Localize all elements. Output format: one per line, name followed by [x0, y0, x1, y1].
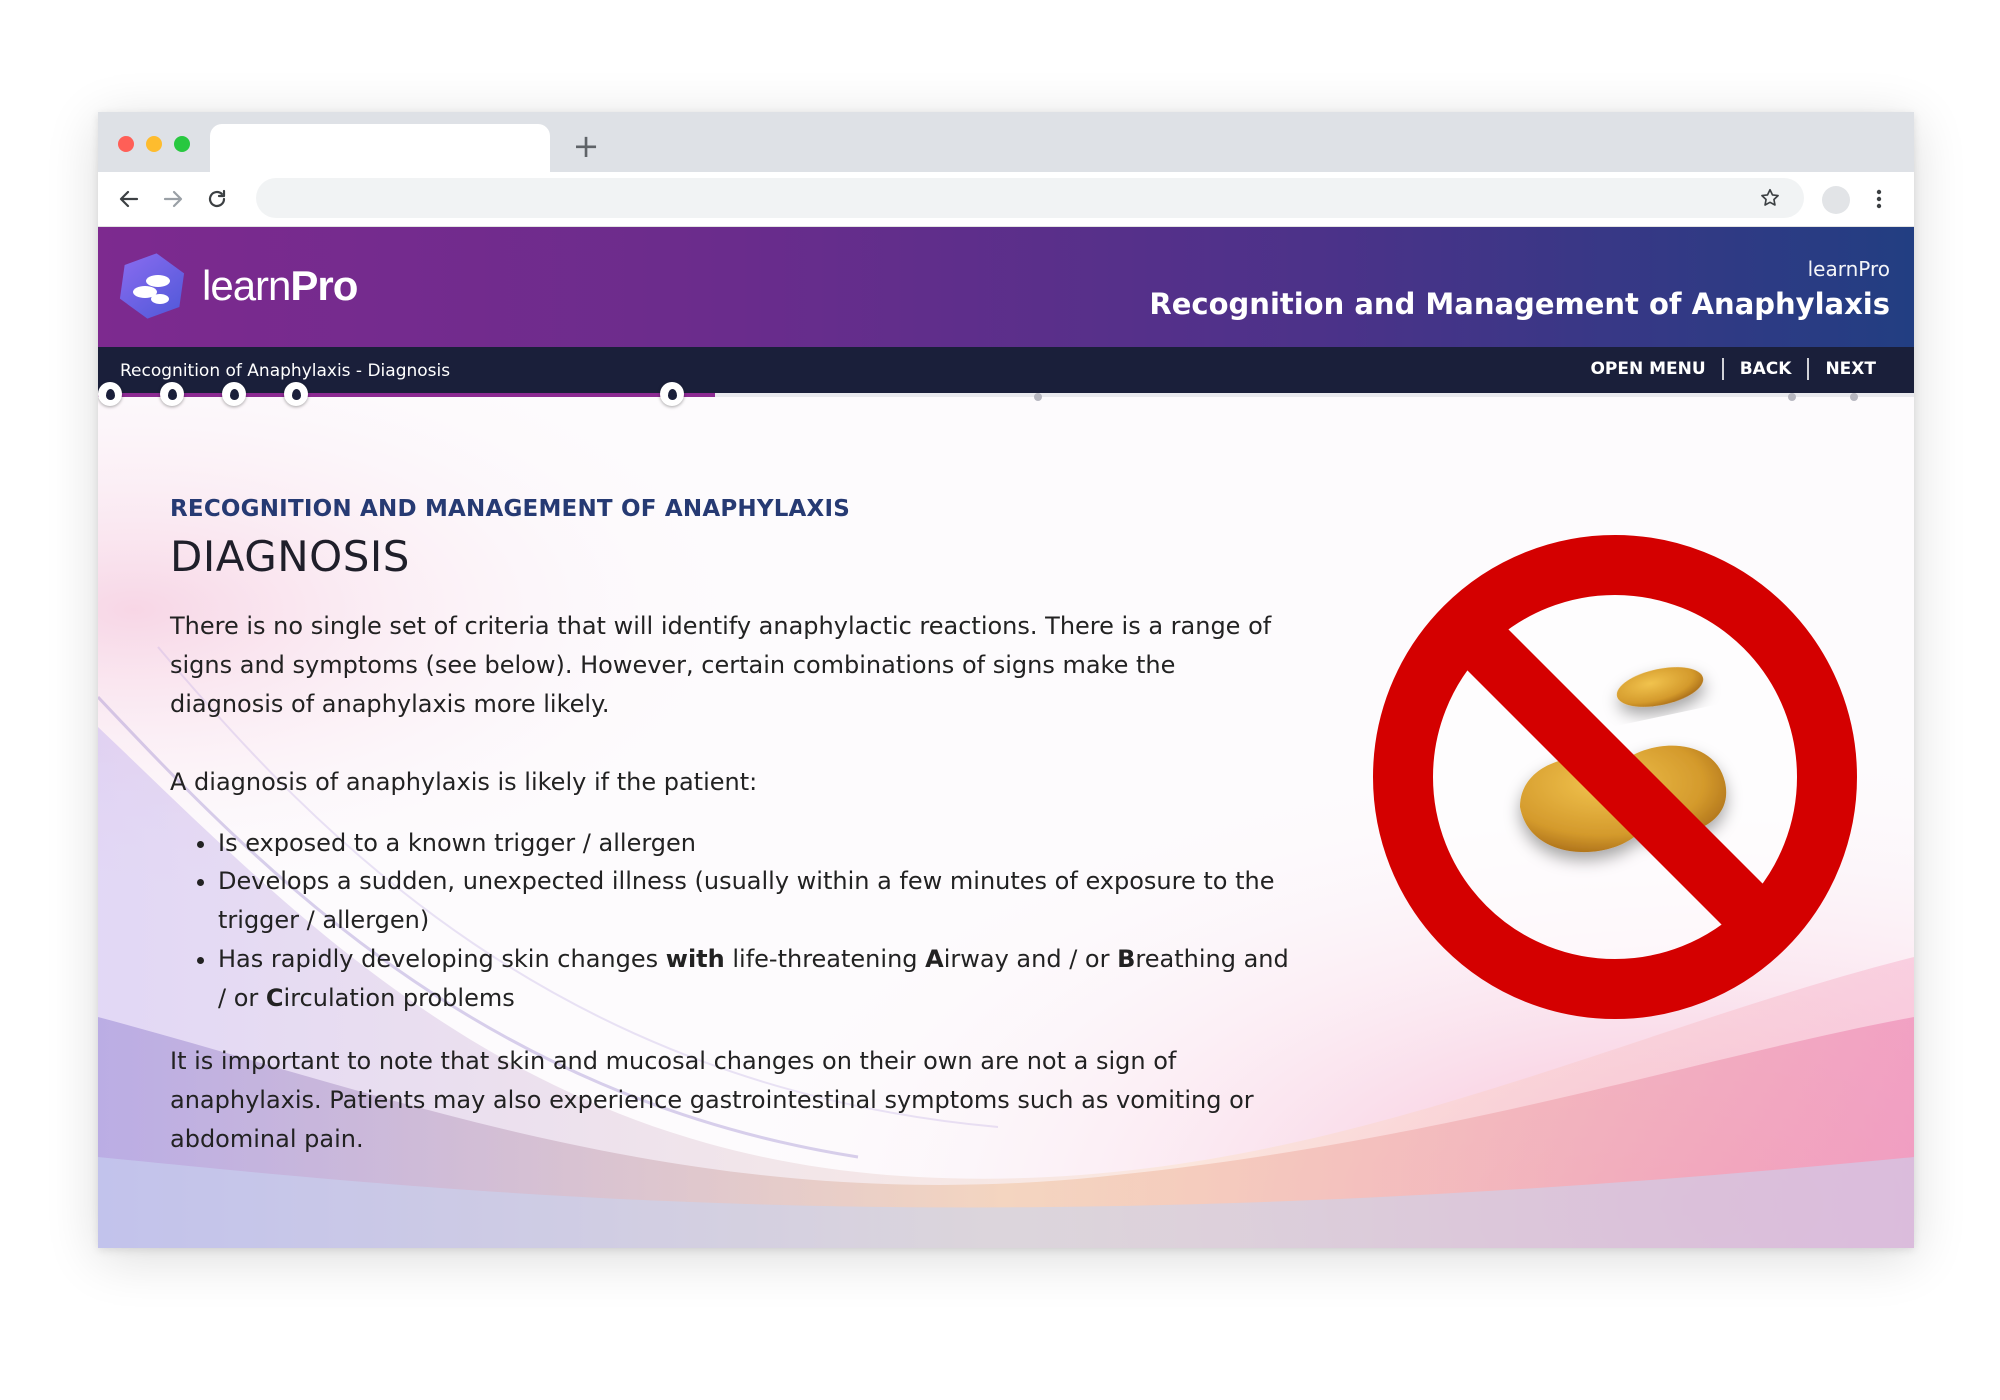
course-navbar: Recognition of Anaphylaxis - Diagnosis O… — [98, 347, 1914, 393]
content-area: RECOGNITION AND MANAGEMENT OF ANAPHYLAXI… — [98, 397, 1914, 1248]
lesson-text: RECOGNITION AND MANAGEMENT OF ANAPHYLAXI… — [170, 496, 1290, 1159]
list-item: Has rapidly developing skin changes with… — [218, 940, 1290, 1018]
closing-paragraph: It is important to note that skin and mu… — [170, 1046, 1254, 1153]
new-tab-button[interactable]: + — [568, 128, 604, 164]
kebab-menu-icon[interactable] — [1864, 180, 1894, 218]
close-window-button[interactable] — [118, 136, 134, 152]
progress-tick[interactable] — [1850, 393, 1858, 401]
list-item: Is exposed to a known trigger / allergen — [218, 824, 1290, 863]
progress-marker[interactable] — [284, 382, 308, 406]
page-title: DIAGNOSIS — [170, 532, 410, 581]
criteria-list: Is exposed to a known trigger / allergen… — [170, 824, 1290, 1018]
intro-paragraph: There is no single set of criteria that … — [170, 612, 1272, 718]
browser-window: + learnPro learnPro Recognition and Mana… — [98, 112, 1914, 1248]
browser-toolbar — [98, 172, 1914, 227]
brand-label: learnPro — [1807, 257, 1890, 281]
logo-text: learnPro — [202, 262, 358, 309]
next-button[interactable]: NEXT — [1809, 359, 1892, 379]
list-item: Develops a sudden, unexpected illness (u… — [218, 862, 1290, 940]
progress-tick[interactable] — [1034, 393, 1042, 401]
diagnosis-lead: A diagnosis of anaphylaxis is likely if … — [170, 767, 758, 796]
nav-divider — [1721, 358, 1724, 380]
nav-links: OPEN MENU BACK NEXT — [1574, 358, 1892, 380]
arrow-left-icon[interactable] — [110, 180, 148, 218]
open-menu-button[interactable]: OPEN MENU — [1574, 359, 1721, 379]
learnpro-logo[interactable]: learnPro — [118, 251, 358, 321]
no-peanuts-icon — [1373, 535, 1857, 1019]
address-bar[interactable] — [256, 178, 1804, 218]
arrow-right-icon[interactable] — [154, 180, 192, 218]
maximize-window-button[interactable] — [174, 136, 190, 152]
section-title: Recognition of Anaphylaxis - Diagnosis — [120, 361, 451, 381]
reload-icon[interactable] — [198, 180, 236, 218]
profile-avatar[interactable] — [1822, 186, 1850, 214]
progress-fill — [98, 393, 716, 397]
progress-marker[interactable] — [98, 382, 122, 406]
header-titles: learnPro Recognition and Management of A… — [1149, 257, 1890, 321]
course-kicker: RECOGNITION AND MANAGEMENT OF ANAPHYLAXI… — [170, 496, 851, 522]
star-icon[interactable] — [1754, 182, 1786, 214]
tab-strip: + — [98, 112, 1914, 172]
progress-marker[interactable] — [160, 382, 184, 406]
learnpro-logo-icon — [119, 253, 185, 319]
app-header: learnPro learnPro Recognition and Manage… — [98, 227, 1914, 347]
minimize-window-button[interactable] — [146, 136, 162, 152]
progress-track — [98, 393, 1914, 397]
course-title: Recognition and Management of Anaphylaxi… — [1149, 287, 1890, 321]
progress-marker[interactable] — [222, 382, 246, 406]
progress-marker-current[interactable] — [660, 382, 684, 406]
browser-tab[interactable] — [210, 124, 550, 172]
back-button[interactable]: BACK — [1724, 359, 1808, 379]
nav-divider — [1807, 358, 1810, 380]
progress-tick[interactable] — [1788, 393, 1796, 401]
